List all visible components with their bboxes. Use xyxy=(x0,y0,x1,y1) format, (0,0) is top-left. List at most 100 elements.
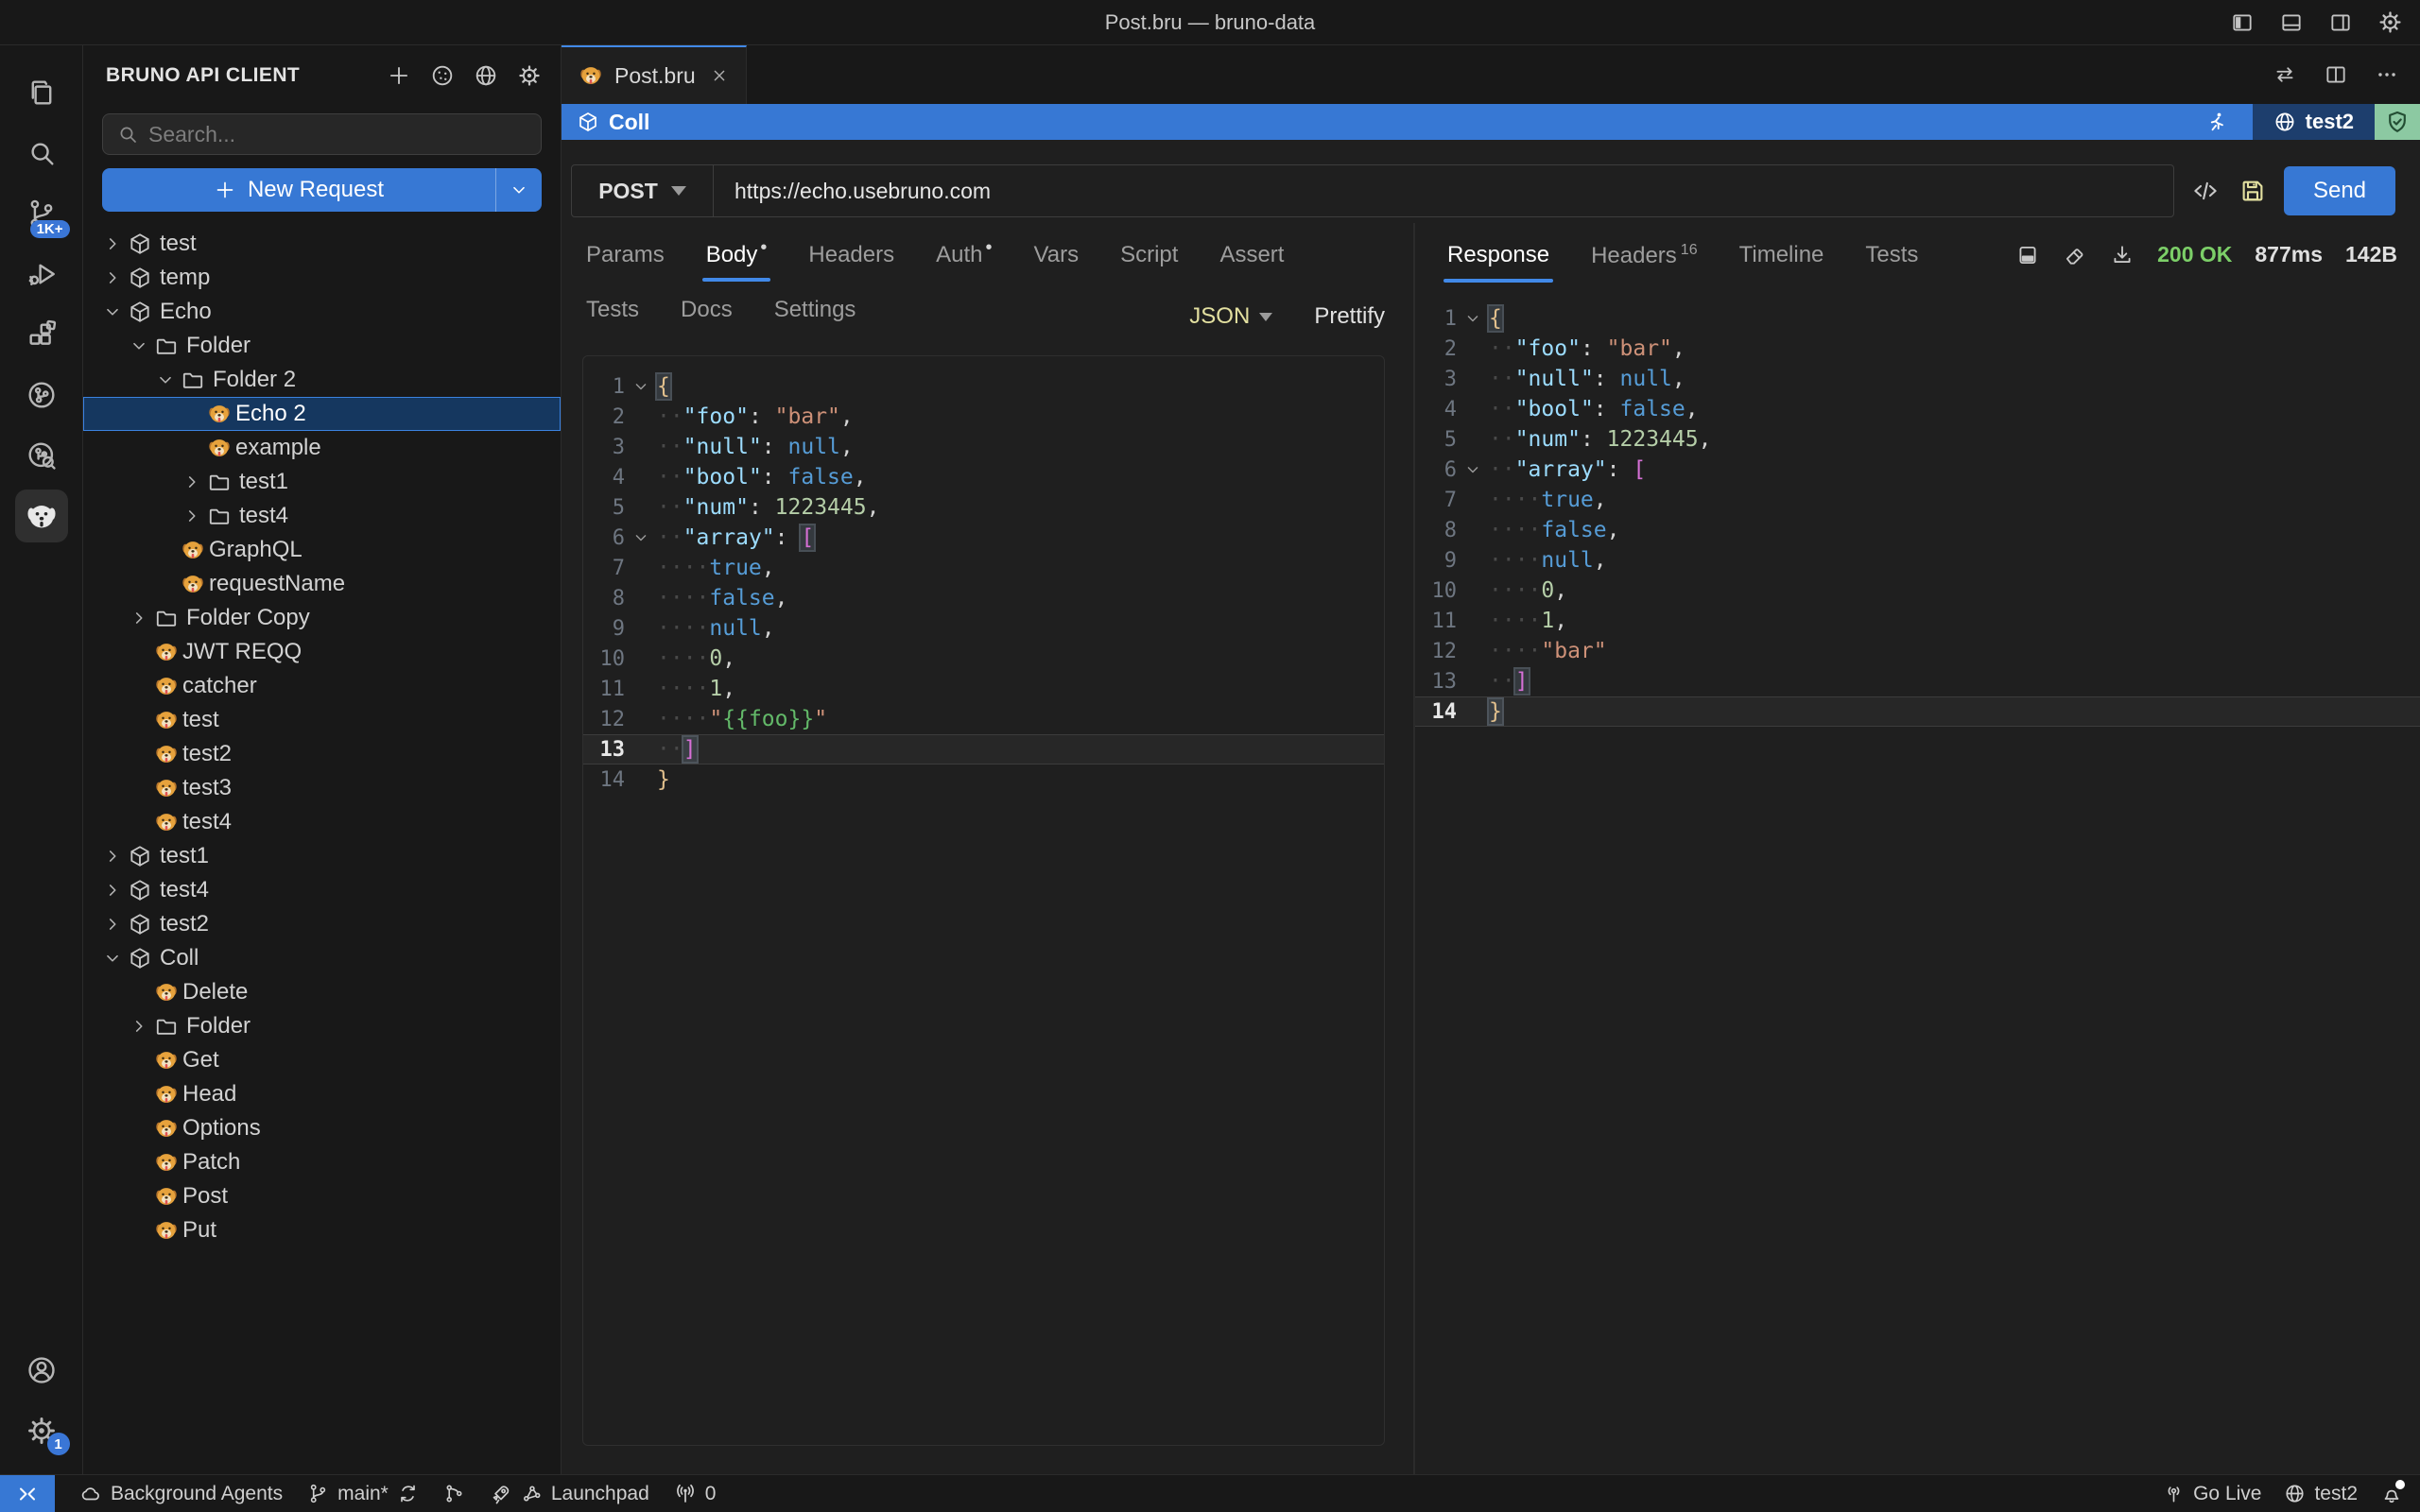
launchpad-item[interactable]: Launchpad xyxy=(490,1483,649,1505)
background-agents-item[interactable]: Background Agents xyxy=(79,1483,283,1505)
chevron-right-icon[interactable] xyxy=(99,914,126,935)
tree-item-requestname[interactable]: requestName xyxy=(83,567,561,601)
chevron-right-icon[interactable] xyxy=(99,846,126,867)
method-select[interactable]: POST xyxy=(572,165,714,216)
code-line-14[interactable]: 14} xyxy=(583,765,1384,795)
customize-layout-gear-icon[interactable] xyxy=(2377,9,2403,35)
code-line-13[interactable]: 13··] xyxy=(583,734,1384,765)
tree-item-patch[interactable]: Patch xyxy=(83,1145,561,1179)
code-line-12[interactable]: 12····"{{foo}}" xyxy=(583,704,1384,734)
code-line-11[interactable]: 11····1, xyxy=(583,674,1384,704)
git-graph-item[interactable] xyxy=(443,1483,465,1504)
chevron-right-icon[interactable] xyxy=(126,1016,152,1037)
code-line-1[interactable]: 1{ xyxy=(583,371,1384,402)
environment-globe-icon[interactable] xyxy=(474,63,498,88)
chevron-right-icon[interactable] xyxy=(99,233,126,254)
toggle-secondary-sidebar-icon[interactable] xyxy=(2328,10,2353,35)
environment-selector[interactable]: test2 xyxy=(2253,104,2375,140)
swap-editors-icon[interactable] xyxy=(2273,62,2297,87)
chevron-down-icon[interactable] xyxy=(152,369,179,390)
code-line-6[interactable]: 6··"array": [ xyxy=(583,523,1384,553)
chevron-down-icon[interactable] xyxy=(99,301,126,322)
tree-item-echo-2[interactable]: Echo 2 xyxy=(83,397,561,431)
tree-item-graphql[interactable]: GraphQL xyxy=(83,533,561,567)
gitlens-icon[interactable] xyxy=(15,369,68,421)
go-live-item[interactable]: Go Live xyxy=(2163,1483,2261,1505)
source-control-icon[interactable]: 1K+ xyxy=(15,187,68,240)
breadcrumb[interactable]: Coll xyxy=(562,110,649,135)
add-icon[interactable] xyxy=(387,63,411,88)
remote-indicator[interactable] xyxy=(0,1475,55,1512)
tree-item-folder-2[interactable]: Folder 2 xyxy=(83,363,561,397)
code-line-5[interactable]: 5··"num": 1223445, xyxy=(1415,424,2420,455)
request-body-editor[interactable]: 1{2··"foo": "bar",3··"null": null,4··"bo… xyxy=(582,355,1385,1446)
run-debug-icon[interactable] xyxy=(15,248,68,301)
tab-timeline[interactable]: Timeline xyxy=(1739,242,1824,283)
sidebar-settings-gear-icon[interactable] xyxy=(517,63,542,88)
code-line-2[interactable]: 2··"foo": "bar", xyxy=(1415,334,2420,364)
tab-tests[interactable]: Tests xyxy=(586,297,639,336)
send-button[interactable]: Send xyxy=(2284,166,2395,215)
gitlens-inspect-icon[interactable] xyxy=(15,429,68,482)
chevron-right-icon[interactable] xyxy=(126,608,152,628)
accounts-icon[interactable] xyxy=(15,1344,68,1397)
tree-item-test4[interactable]: test4 xyxy=(83,499,561,533)
tab-settings[interactable]: Settings xyxy=(774,297,856,336)
runner-icon[interactable] xyxy=(2181,111,2253,133)
chevron-right-icon[interactable] xyxy=(179,506,205,526)
tree-item-example[interactable]: example xyxy=(83,431,561,465)
tab-docs[interactable]: Docs xyxy=(681,297,733,336)
search-input[interactable]: Search... xyxy=(102,113,542,155)
response-body-viewer[interactable]: 1{2··"foo": "bar",3··"null": null,4··"bo… xyxy=(1415,303,2420,1474)
notifications-item[interactable] xyxy=(2380,1483,2403,1505)
prettify-button[interactable]: Prettify xyxy=(1314,303,1385,330)
code-line-11[interactable]: 11····1, xyxy=(1415,606,2420,636)
tree-item-get[interactable]: Get xyxy=(83,1043,561,1077)
fold-chevron-icon[interactable] xyxy=(625,528,657,547)
code-line-9[interactable]: 9····null, xyxy=(1415,545,2420,576)
tree-item-folder[interactable]: Folder xyxy=(83,1009,561,1043)
chevron-down-icon[interactable] xyxy=(126,335,152,356)
tab-post-bru[interactable]: Post.bru xyxy=(562,45,747,104)
more-actions-icon[interactable] xyxy=(2375,62,2399,87)
tree-item-head[interactable]: Head xyxy=(83,1077,561,1111)
code-line-7[interactable]: 7····true, xyxy=(1415,485,2420,515)
tree-item-folder[interactable]: Folder xyxy=(83,329,561,363)
search-icon[interactable] xyxy=(15,127,68,180)
toggle-panel-icon[interactable] xyxy=(2279,10,2304,35)
tree-item-coll[interactable]: Coll xyxy=(83,941,561,975)
new-request-dropdown-button[interactable] xyxy=(496,168,542,212)
split-editor-icon[interactable] xyxy=(2324,62,2348,87)
generate-code-icon[interactable] xyxy=(2191,177,2220,205)
response-layout-icon[interactable] xyxy=(2015,243,2040,267)
code-line-3[interactable]: 3··"null": null, xyxy=(1415,364,2420,394)
body-format-select[interactable]: JSON xyxy=(1189,303,1272,330)
tab-params[interactable]: Params xyxy=(586,242,665,282)
bruno-extension-icon[interactable] xyxy=(15,490,68,542)
tree-item-jwt-reqq[interactable]: JWT REQQ xyxy=(83,635,561,669)
tree-item-echo[interactable]: Echo xyxy=(83,295,561,329)
tree-item-catcher[interactable]: catcher xyxy=(83,669,561,703)
tree-item-test3[interactable]: test3 xyxy=(83,771,561,805)
code-line-5[interactable]: 5··"num": 1223445, xyxy=(583,492,1384,523)
code-line-13[interactable]: 13··] xyxy=(1415,666,2420,696)
explorer-icon[interactable] xyxy=(15,66,68,119)
tab-body[interactable]: Body• xyxy=(706,242,768,282)
new-request-button[interactable]: New Request xyxy=(102,168,496,212)
close-tab-icon[interactable] xyxy=(710,66,729,85)
tab-headers[interactable]: Headers xyxy=(808,242,894,282)
chevron-right-icon[interactable] xyxy=(179,472,205,492)
tab-tests-response[interactable]: Tests xyxy=(1865,242,1918,283)
code-line-7[interactable]: 7····true, xyxy=(583,553,1384,583)
cookie-icon[interactable] xyxy=(430,63,455,88)
tree-item-test1[interactable]: test1 xyxy=(83,839,561,873)
tree-item-post[interactable]: Post xyxy=(83,1179,561,1213)
fold-chevron-icon[interactable] xyxy=(625,377,657,396)
tree-item-put[interactable]: Put xyxy=(83,1213,561,1247)
code-line-14[interactable]: 14} xyxy=(1415,696,2420,727)
code-line-8[interactable]: 8····false, xyxy=(583,583,1384,613)
code-line-12[interactable]: 12····"bar" xyxy=(1415,636,2420,666)
code-line-8[interactable]: 8····false, xyxy=(1415,515,2420,545)
tab-auth[interactable]: Auth• xyxy=(936,242,992,282)
chevron-down-icon[interactable] xyxy=(99,948,126,969)
